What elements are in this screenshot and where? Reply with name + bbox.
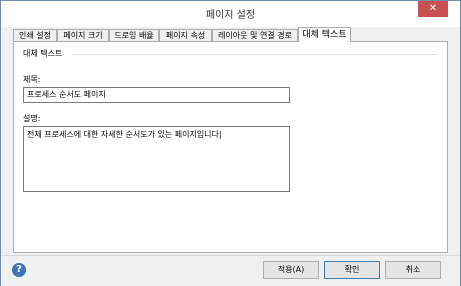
description-textarea[interactable]: 전체 프로세스에 대한 자세한 순서도가 있는 페이지입니다|: [23, 126, 290, 192]
group-label-alt-text: 대체 텍스트: [23, 48, 66, 59]
title-input[interactable]: 프로세스 순서도 페이지: [23, 87, 290, 103]
description-textarea-value: 전체 프로세스에 대한 자세한 순서도가 있는 페이지입니다|: [27, 130, 222, 139]
tab-page-properties[interactable]: 페이지 속성: [159, 29, 212, 41]
close-button[interactable]: ✕: [418, 1, 448, 17]
cancel-button[interactable]: 취소: [385, 261, 441, 279]
tab-print-setup[interactable]: 인쇄 설정: [13, 29, 57, 41]
description-label: 설명:: [23, 114, 41, 123]
dialog-title: 페이지 설정: [205, 10, 256, 21]
close-icon: ✕: [428, 3, 438, 14]
group-divider: [72, 54, 437, 55]
title-label: 제목:: [23, 75, 41, 84]
dialog-footer: ? 적용(A) 확인 취소: [1, 255, 460, 286]
apply-button[interactable]: 적용(A): [263, 261, 319, 279]
tab-drawing-scale[interactable]: 드로잉 배율: [109, 29, 159, 41]
ok-button[interactable]: 확인: [324, 261, 380, 279]
page-setup-dialog: 페이지 설정 ✕ 인쇄 설정 페이지 크기 드로잉 배율 페이지 속성 레이아웃…: [0, 0, 461, 286]
dialog-body: 인쇄 설정 페이지 크기 드로잉 배율 페이지 속성 레이아웃 및 연결 경로 …: [1, 27, 460, 255]
tab-alt-text[interactable]: 대체 텍스트: [298, 27, 351, 42]
title-input-value: 프로세스 순서도 페이지: [27, 90, 106, 99]
tab-layout-routing[interactable]: 레이아웃 및 연결 경로: [212, 29, 298, 41]
alt-text-panel: 대체 텍스트 제목: 프로세스 순서도 페이지 설명: 전체 프로세스에 대한 …: [13, 41, 448, 253]
tab-page-size[interactable]: 페이지 크기: [57, 29, 109, 41]
question-icon[interactable]: ?: [12, 263, 26, 277]
title-bar: 페이지 설정 ✕: [1, 1, 460, 27]
